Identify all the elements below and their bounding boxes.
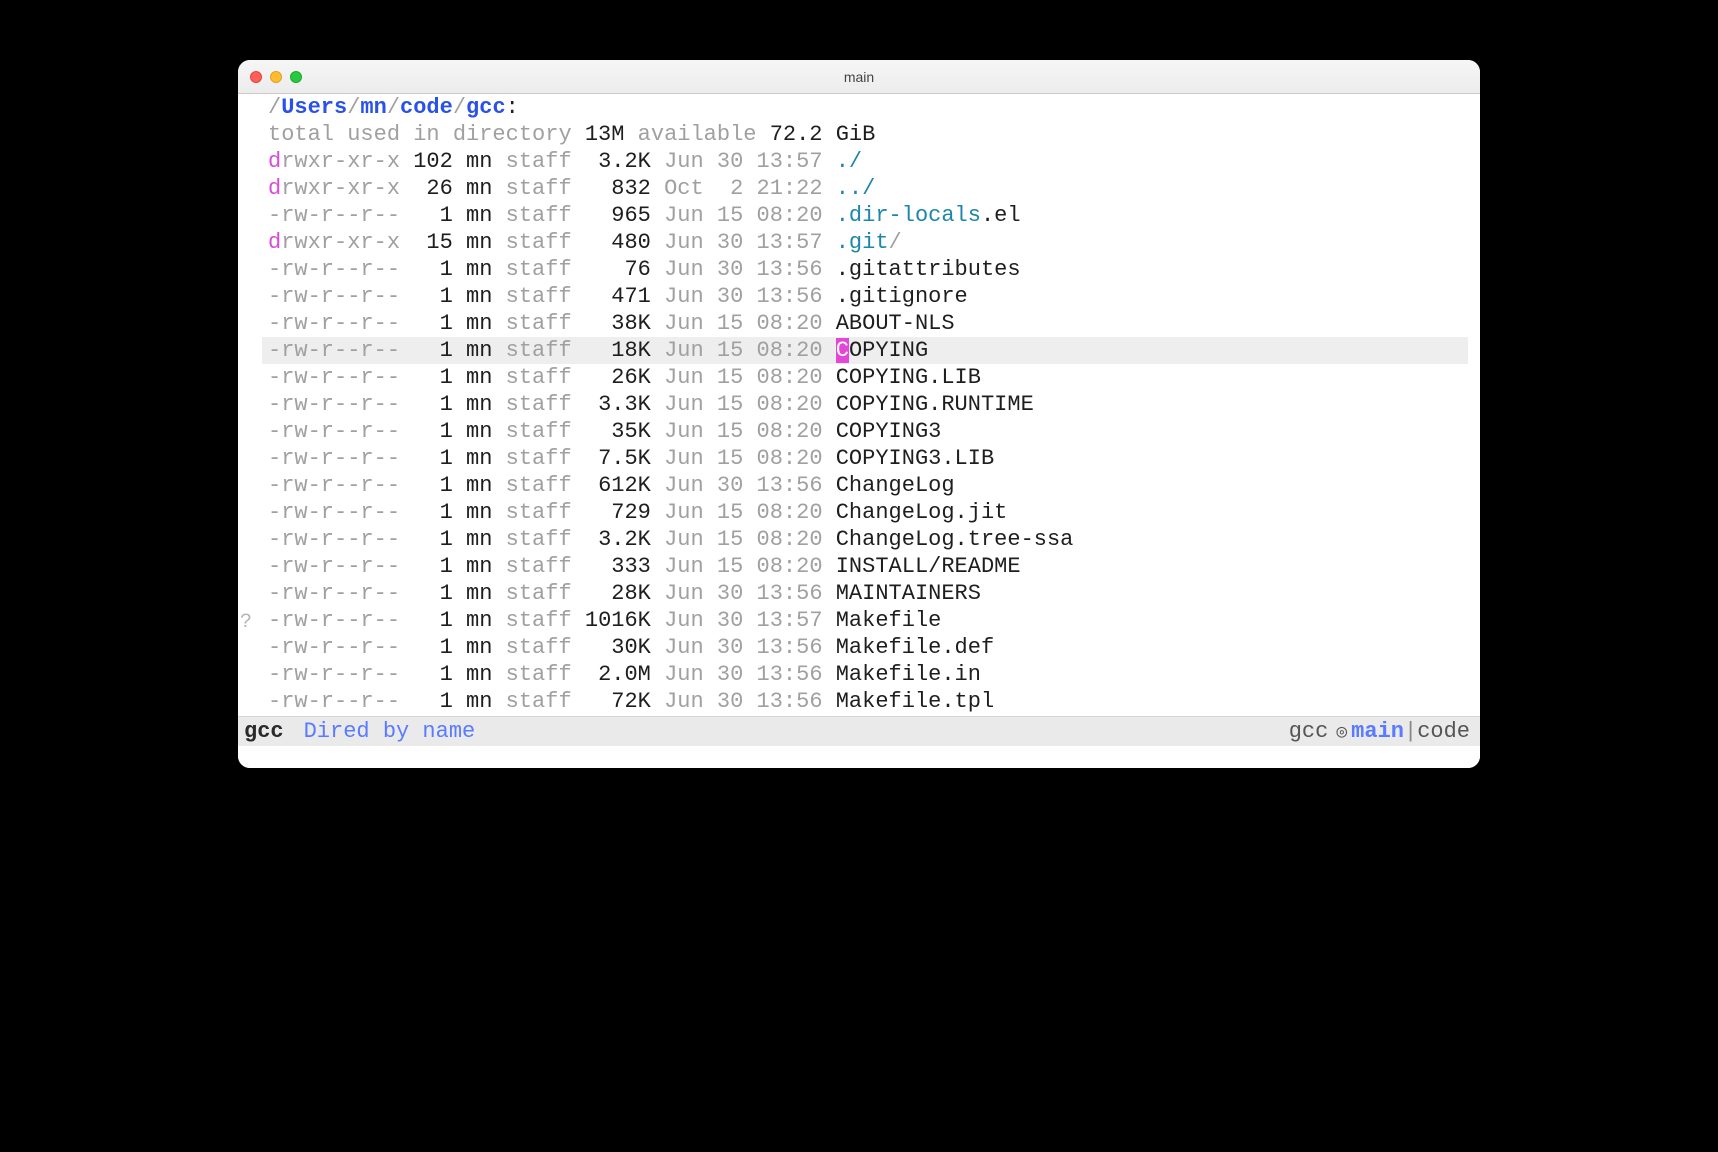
dired-entry[interactable]: -rw-r--r-- 1 mn staff 28K Jun 30 13:56 M… (262, 580, 1480, 607)
path-segment[interactable]: Users (281, 95, 347, 120)
dired-filename[interactable]: ./ (836, 149, 862, 174)
dired-entry[interactable]: -rw-r--r-- 1 mn staff 72K Jun 30 13:56 M… (262, 688, 1480, 715)
path-segment[interactable]: code (400, 95, 453, 120)
dired-entry[interactable]: -rw-r--r-- 1 mn staff 3.3K Jun 15 08:20 … (262, 391, 1480, 418)
dired-filename[interactable]: COPYING3 (836, 419, 942, 444)
modeline-trail: code (1417, 719, 1470, 744)
dired-filename[interactable]: ChangeLog (836, 473, 955, 498)
dired-entry[interactable]: -rw-r--r-- 1 mn staff 612K Jun 30 13:56 … (262, 472, 1480, 499)
minimize-icon[interactable] (270, 71, 282, 83)
modeline-branch[interactable]: main (1351, 719, 1404, 744)
close-icon[interactable] (250, 71, 262, 83)
dired-filename[interactable]: MAINTAINERS (836, 581, 981, 606)
text-cursor: C (836, 338, 849, 363)
modeline-buffer-name[interactable]: gcc (244, 719, 284, 744)
dired-filename[interactable]: .gitattributes (836, 257, 1021, 282)
dired-entry[interactable]: drwxr-xr-x 15 mn staff 480 Jun 30 13:57 … (262, 229, 1480, 256)
dired-entry[interactable]: drwxr-xr-x 26 mn staff 832 Oct 2 21:22 .… (262, 175, 1480, 202)
modeline-mode[interactable]: Dired by name (304, 719, 476, 744)
dired-filename[interactable]: ABOUT-NLS (836, 311, 955, 336)
dired-entry[interactable]: -rw-r--r-- 1 mn staff 2.0M Jun 30 13:56 … (262, 661, 1480, 688)
dired-entry[interactable]: -rw-r--r-- 1 mn staff 35K Jun 15 08:20 C… (262, 418, 1480, 445)
dired-entry[interactable]: -rw-r--r-- 1 mn staff 26K Jun 15 08:20 C… (262, 364, 1480, 391)
dired-filename[interactable]: Makefile (836, 608, 942, 633)
modeline-project[interactable]: gcc (1289, 719, 1329, 744)
dired-entry[interactable]: -rw-r--r-- 1 mn staff 965 Jun 15 08:20 .… (262, 202, 1480, 229)
dired-path[interactable]: /Users/mn/code/gcc: (262, 94, 1480, 121)
dired-filename[interactable]: ChangeLog.jit (836, 500, 1008, 525)
dired-entry[interactable]: -rw-r--r-- 1 mn staff 1016K Jun 30 13:57… (262, 607, 1480, 634)
dired-buffer[interactable]: ? /Users/mn/code/gcc:total used in direc… (238, 94, 1480, 716)
dired-entry[interactable]: -rw-r--r-- 1 mn staff 333 Jun 15 08:20 I… (262, 553, 1480, 580)
dired-filename[interactable]: INSTALL/README (836, 554, 1021, 579)
dired-filename[interactable]: Makefile.def (836, 635, 994, 660)
dired-filename[interactable]: Makefile.in (836, 662, 981, 687)
dired-filename[interactable]: .dir-locals.el (836, 203, 1021, 228)
zoom-icon[interactable] (290, 71, 302, 83)
dired-filename[interactable]: ChangeLog.tree-ssa (836, 527, 1074, 552)
modeline-sep: | (1404, 719, 1417, 744)
minibuffer[interactable] (238, 746, 1480, 768)
dired-entry[interactable]: -rw-r--r-- 1 mn staff 18K Jun 15 08:20 C… (262, 337, 1468, 364)
dired-entry[interactable]: -rw-r--r-- 1 mn staff 1.1K Jun 15 08:20 … (262, 715, 1480, 716)
dired-entry[interactable]: -rw-r--r-- 1 mn staff 3.2K Jun 15 08:20 … (262, 526, 1480, 553)
dired-filename[interactable]: Makefile.tpl (836, 689, 994, 714)
dired-entry[interactable]: -rw-r--r-- 1 mn staff 7.5K Jun 15 08:20 … (262, 445, 1480, 472)
editor-window: main ? /Users/mn/code/gcc:total used in … (238, 60, 1480, 768)
dired-entry[interactable]: -rw-r--r-- 1 mn staff 471 Jun 30 13:56 .… (262, 283, 1480, 310)
dired-summary: total used in directory 13M available 72… (262, 121, 1480, 148)
dired-filename[interactable]: COPYING (836, 338, 928, 363)
titlebar[interactable]: main (238, 60, 1480, 94)
dired-entry[interactable]: -rw-r--r-- 1 mn staff 38K Jun 15 08:20 A… (262, 310, 1480, 337)
dired-filename[interactable]: .gitignore (836, 284, 968, 309)
dired-listing[interactable]: /Users/mn/code/gcc:total used in directo… (262, 94, 1480, 716)
path-segment[interactable]: mn (360, 95, 386, 120)
gutter-question-icon: ? (240, 609, 252, 636)
dired-filename[interactable]: .git/ (836, 230, 902, 255)
dired-entry[interactable]: -rw-r--r-- 1 mn staff 30K Jun 30 13:56 M… (262, 634, 1480, 661)
gutter: ? (238, 94, 258, 716)
path-segment[interactable]: gcc (466, 95, 506, 120)
dired-entry[interactable]: -rw-r--r-- 1 mn staff 729 Jun 15 08:20 C… (262, 499, 1480, 526)
modeline[interactable]: gcc Dired by name gcc ◎ main | code (238, 716, 1480, 746)
dired-filename[interactable]: COPYING.LIB (836, 365, 981, 390)
dired-entry[interactable]: drwxr-xr-x 102 mn staff 3.2K Jun 30 13:5… (262, 148, 1480, 175)
dired-filename[interactable]: COPYING3.LIB (836, 446, 994, 471)
window-title: main (844, 69, 874, 85)
vcs-branch-icon: ◎ (1336, 721, 1347, 743)
dired-entry[interactable]: -rw-r--r-- 1 mn staff 76 Jun 30 13:56 .g… (262, 256, 1480, 283)
window-controls (250, 71, 302, 83)
dired-filename[interactable]: COPYING.RUNTIME (836, 392, 1034, 417)
dired-filename[interactable]: ../ (836, 176, 876, 201)
